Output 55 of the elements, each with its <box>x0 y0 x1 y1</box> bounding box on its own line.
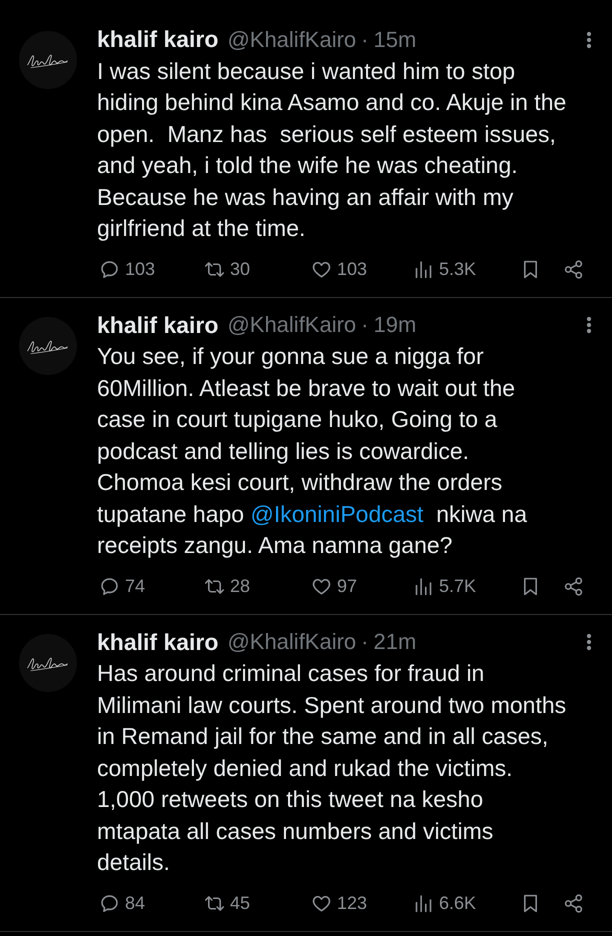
repost-button[interactable]: 28 <box>204 576 250 597</box>
like-button[interactable]: 97 <box>311 576 358 597</box>
speech-bubble-icon <box>99 893 120 914</box>
reply-button[interactable]: 74 <box>99 576 146 597</box>
reply-button[interactable]: 84 <box>99 893 146 914</box>
like-button[interactable]: 103 <box>311 259 368 280</box>
separator: · <box>361 26 368 53</box>
author-name[interactable]: khalif kairo <box>97 628 218 656</box>
share-icon <box>563 576 584 597</box>
timestamp[interactable]: 21m <box>374 629 416 656</box>
author-name[interactable]: khalif kairo <box>97 312 218 339</box>
mention-link[interactable]: @IkoniniPodcast <box>250 500 424 526</box>
repost-arrows-icon <box>204 259 225 280</box>
share-button[interactable] <box>563 259 584 280</box>
avatar-icon[interactable] <box>19 634 77 692</box>
more-icon <box>586 633 592 652</box>
share-button[interactable] <box>563 893 584 914</box>
more-button[interactable] <box>586 316 592 334</box>
separator: · <box>361 629 368 656</box>
reply-button[interactable]: 103 <box>99 259 156 280</box>
more-icon <box>586 316 592 334</box>
like-button[interactable]: 123 <box>311 893 368 914</box>
tweet-text: I was silent because i wanted him to stop hiding behind kina Asamo and co. Akuje in the open. Manz has serious self esteem issues, and yeah, i told the wife he was cheating. Because he was having an affair with my girlfriend at the time. <box>97 56 568 243</box>
repost-arrows-icon <box>204 893 225 914</box>
share-icon <box>563 259 584 280</box>
more-button[interactable] <box>586 633 592 652</box>
bar-chart-icon <box>413 893 434 914</box>
heart-icon <box>311 576 332 597</box>
separator: · <box>361 312 368 338</box>
timestamp[interactable]: 19m <box>374 312 416 338</box>
views-button[interactable]: 5.7K <box>413 576 476 597</box>
more-icon <box>586 30 592 49</box>
author-handle[interactable]: @KhalifKairo <box>227 26 356 53</box>
avatar-icon[interactable] <box>19 316 77 374</box>
speech-bubble-icon <box>99 259 120 280</box>
heart-icon <box>311 259 332 280</box>
views-button[interactable]: 5.3K <box>413 259 476 280</box>
more-button[interactable] <box>586 30 592 49</box>
share-button[interactable] <box>563 576 584 597</box>
share-icon <box>563 893 584 914</box>
avatar-icon[interactable] <box>19 31 77 89</box>
repost-arrows-icon <box>204 576 225 597</box>
heart-icon <box>311 893 332 914</box>
tweet-text: Has around criminal cases for fraud in Milimani law courts. Spent around two months in Remand jail for the same and in all cases, completely denied and rukad the victims. 1,000 retweets on this tweet na kesho mtapata all cases numbers and victims details. <box>97 659 568 877</box>
bar-chart-icon <box>413 576 434 597</box>
speech-bubble-icon <box>99 576 120 597</box>
repost-button[interactable]: 45 <box>204 893 250 914</box>
views-button[interactable]: 6.6K <box>413 893 476 914</box>
timestamp[interactable]: 15m <box>374 26 416 53</box>
bar-chart-icon <box>413 259 434 280</box>
author-handle[interactable]: @KhalifKairo <box>227 312 356 338</box>
repost-button[interactable]: 30 <box>204 259 250 280</box>
author-name[interactable]: khalif kairo <box>97 26 218 54</box>
tweet-text: You see, if your gonna sue a nigga for 60Million. Atleast be brave to wait out the case in court tupigane huko, Going to a podcast and telling lies is cowardice. Chomoa kesi court, withdraw the orders tupatane hapo @IkoniniPodcast nkiwa na receipts zangu. Ama namna gane? <box>97 342 528 560</box>
author-handle[interactable]: @KhalifKairo <box>227 629 356 656</box>
